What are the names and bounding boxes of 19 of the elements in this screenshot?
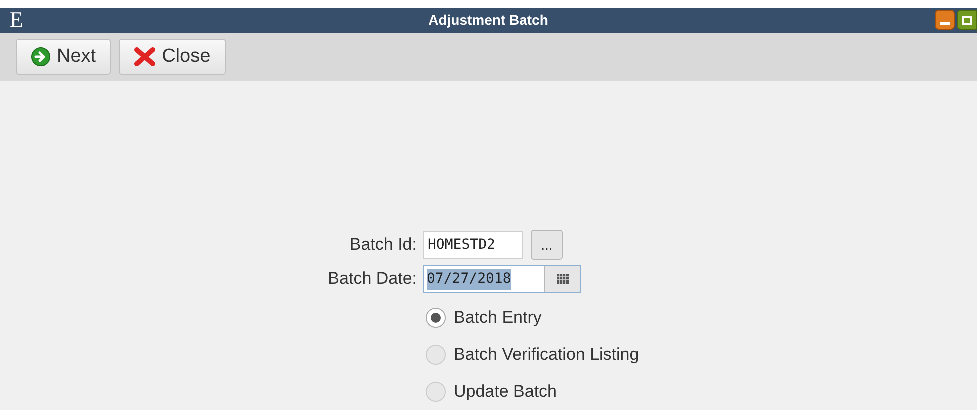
radio-label: Update Batch [454,380,558,403]
radio-label: Batch Verification Listing [454,344,640,366]
radio-button[interactable] [426,308,446,328]
calendar-icon[interactable] [544,266,580,292]
field-label: Batch Id: [348,234,418,256]
close-icon [134,46,156,67]
radio-button[interactable] [426,344,446,364]
app-logo: E [9,9,24,32]
lookup-button[interactable]: ... [531,230,563,260]
field-label: Batch Date: [327,268,418,290]
radio-label: Batch Entry [454,306,542,329]
batch-date-field[interactable]: 07/27/2018 [423,265,581,293]
minimize-button[interactable] [935,10,955,30]
window-title: Adjustment Batch [428,10,550,30]
batch-id-field[interactable]: HOMESTD2 [423,231,523,259]
maximize-button[interactable] [957,10,977,30]
toolbar-button[interactable]: Close [119,38,226,75]
radio-button[interactable] [426,382,446,402]
toolbar-button[interactable]: Next [16,38,112,75]
